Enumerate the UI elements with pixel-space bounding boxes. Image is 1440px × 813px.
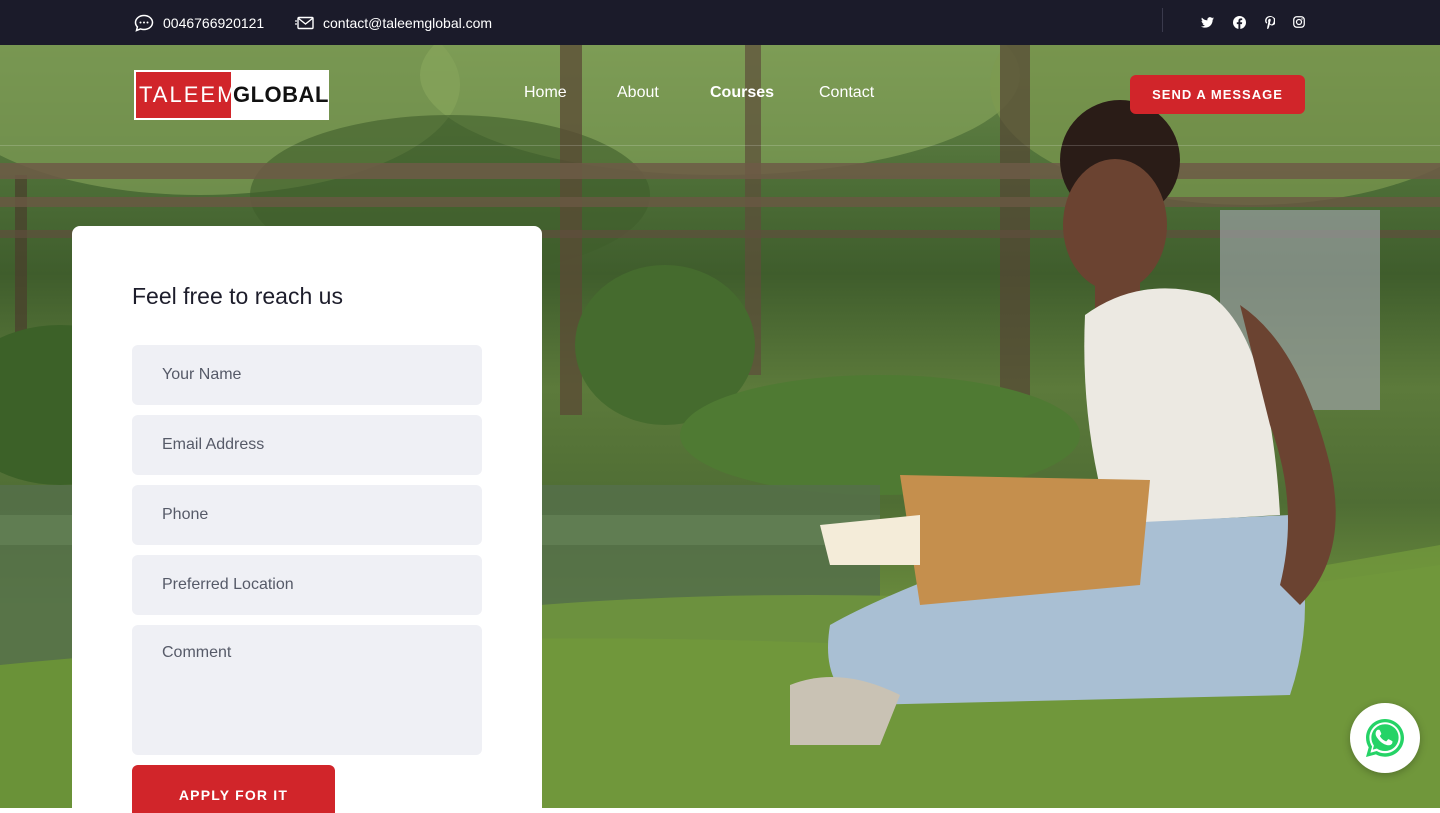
logo-part-taleem: TALEEM — [136, 72, 235, 118]
topbar-divider — [1162, 8, 1163, 32]
taleem-global-logo[interactable]: TALEEM GLOBAL — [134, 70, 329, 120]
phone-input[interactable]: Phone — [132, 485, 482, 545]
nav-contact[interactable]: Contact — [819, 84, 874, 102]
envelope-icon — [295, 16, 314, 29]
phone-number: 0046766920121 — [163, 14, 265, 31]
whatsapp-icon — [1366, 719, 1404, 757]
header-divider — [0, 145, 1440, 146]
send-message-button[interactable]: SEND A MESSAGE — [1130, 75, 1305, 114]
phone-contact[interactable]: 0046766920121 — [134, 0, 264, 45]
comment-textarea[interactable]: Comment — [132, 625, 482, 755]
nav-home[interactable]: Home — [524, 84, 567, 102]
twitter-icon[interactable] — [1199, 14, 1215, 30]
logo-part-global: GLOBAL — [233, 82, 329, 107]
form-title: Feel free to reach us — [132, 283, 343, 309]
name-input[interactable]: Your Name — [132, 345, 482, 405]
instagram-icon[interactable] — [1291, 14, 1307, 30]
nav-courses[interactable]: Courses — [710, 84, 774, 102]
email-input[interactable]: Email Address — [132, 415, 482, 475]
facebook-icon[interactable] — [1231, 14, 1247, 30]
apply-button[interactable]: APPLY FOR IT — [132, 765, 335, 813]
whatsapp-button[interactable] — [1350, 703, 1420, 773]
pinterest-icon[interactable] — [1262, 14, 1278, 30]
contact-form-card: Feel free to reach us Your Name Email Ad… — [72, 226, 542, 813]
email-address: contact@taleemglobal.com — [323, 14, 493, 31]
chat-phone-icon — [134, 14, 154, 32]
nav-about[interactable]: About — [617, 84, 659, 102]
top-bar: 0046766920121 contact@taleemglobal.com — [0, 0, 1440, 45]
email-contact[interactable]: contact@taleemglobal.com — [295, 0, 492, 45]
preferred-location-input[interactable]: Preferred Location — [132, 555, 482, 615]
